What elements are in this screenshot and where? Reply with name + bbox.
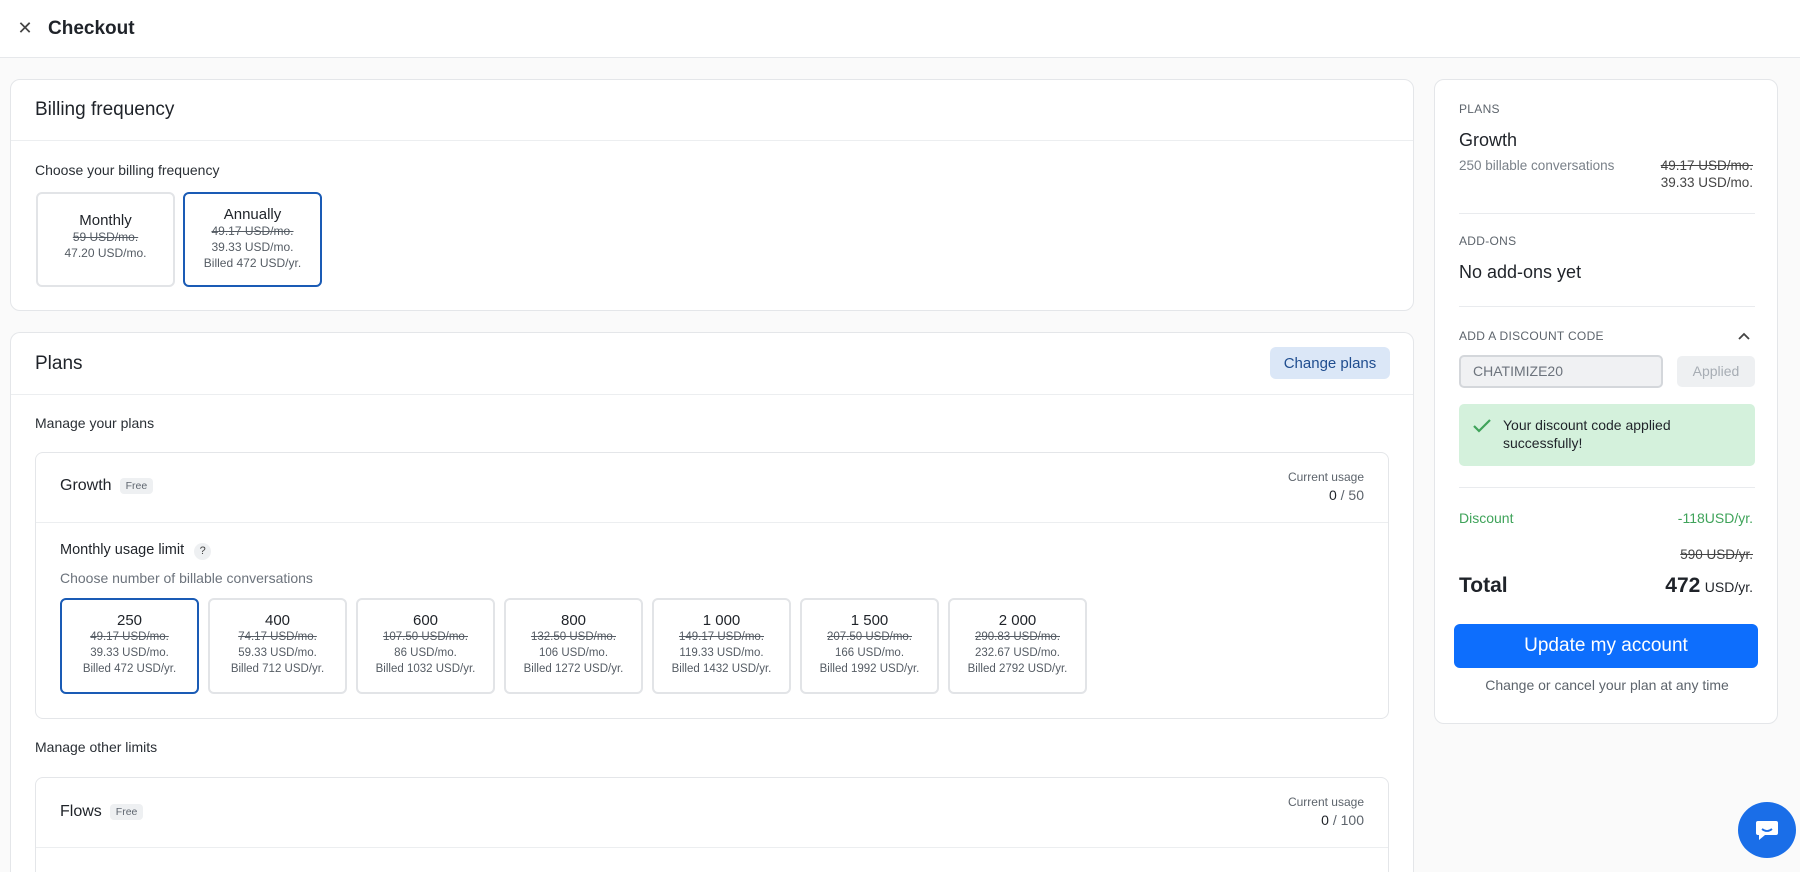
tier-option-400[interactable]: 400 74.17 USD/mo. 59.33 USD/mo. Billed 7… (208, 598, 347, 694)
summary-plan-price: 39.33 USD/mo. (1660, 175, 1753, 190)
billing-frequency-title: Billing frequency (11, 80, 1413, 141)
tier-price: 106 USD/mo. (538, 647, 609, 659)
check-icon (1473, 419, 1491, 433)
tier-option-1500[interactable]: 1 500 207.50 USD/mo. 166 USD/mo. Billed … (800, 598, 939, 694)
discount-row-label: Discount (1459, 510, 1514, 526)
current-usage-value: 0 (1328, 487, 1337, 503)
tier-price: 232.67 USD/mo. (974, 647, 1060, 659)
tier-count: 2 000 (998, 612, 1037, 629)
subtotal-old-price: 590 USD/yr. (1680, 547, 1753, 562)
tier-old-price: 207.50 USD/mo. (826, 631, 912, 643)
flows-header: Flows Free Current usage 0 / 100 (36, 778, 1388, 848)
tier-billed: Billed 1032 USD/yr. (375, 663, 476, 675)
total-unit: USD/yr. (1704, 579, 1753, 595)
billing-option-monthly[interactable]: Monthly 59 USD/mo. 47.20 USD/mo. (36, 192, 175, 287)
plans-title: Plans (11, 333, 1413, 395)
summary-plan-old-price: 49.17 USD/mo. (1660, 158, 1753, 173)
tier-old-price: 49.17 USD/mo. (90, 631, 169, 643)
billing-option-billed: Billed 472 USD/yr. (203, 256, 302, 270)
addons-value: No add-ons yet (1459, 262, 1582, 282)
total-value: 472 (1665, 574, 1701, 597)
tier-billed: Billed 1272 USD/yr. (523, 663, 624, 675)
flows-name: Flows (60, 803, 102, 820)
discount-section-label[interactable]: ADD A DISCOUNT CODE (1459, 329, 1604, 343)
tier-count: 1 500 (850, 612, 889, 629)
tier-option-800[interactable]: 800 132.50 USD/mo. 106 USD/mo. Billed 12… (504, 598, 643, 694)
usage-limit-title: Monthly usage limit (60, 542, 185, 558)
flows-usage-label: Current usage (1287, 795, 1364, 809)
tier-billed: Billed 2792 USD/yr. (967, 663, 1068, 675)
page-title: Checkout (48, 17, 135, 39)
growth-header: Growth Free Current usage 0 / 50 (36, 453, 1388, 523)
tier-count: 800 (560, 612, 587, 629)
flows-badge: Free (109, 803, 144, 820)
tier-old-price: 149.17 USD/mo. (678, 631, 764, 643)
manage-other-limits-label: Manage other limits (35, 739, 158, 755)
tier-price: 119.33 USD/mo. (679, 647, 764, 659)
plan-badge: Free (119, 477, 154, 494)
billing-option-label: Annually (223, 206, 282, 223)
billing-option-annually[interactable]: Annually 49.17 USD/mo. 39.33 USD/mo. Bil… (183, 192, 322, 287)
summary-plan-name: Growth (1459, 130, 1518, 150)
footnote: Change or cancel your plan at any time (1485, 677, 1729, 693)
tier-option-1000[interactable]: 1 000 149.17 USD/mo. 119.33 USD/mo. Bill… (652, 598, 791, 694)
help-icon[interactable]: ? (194, 543, 212, 560)
manage-plans-label: Manage your plans (35, 415, 155, 431)
billing-option-label: Monthly (79, 212, 132, 229)
applied-button[interactable]: Applied (1677, 356, 1755, 387)
success-message: Your discount code applied successfully! (1503, 417, 1671, 451)
tier-option-600[interactable]: 600 107.50 USD/mo. 86 USD/mo. Billed 103… (356, 598, 495, 694)
total-label: Total (1459, 574, 1508, 597)
tier-billed: Billed 1992 USD/yr. (819, 663, 920, 675)
chevron-up-icon[interactable] (1737, 331, 1751, 341)
tier-count: 400 (264, 612, 291, 629)
update-account-button[interactable]: Update my account (1454, 624, 1758, 668)
tier-price: 86 USD/mo. (394, 647, 457, 659)
plans-section-label: PLANS (1459, 102, 1500, 116)
flows-usage-limit: / 100 (1332, 812, 1364, 828)
tier-price: 39.33 USD/mo. (90, 647, 169, 659)
current-usage-limit: / 50 (1340, 487, 1364, 503)
billing-frequency-card: Billing frequency Choose your billing fr… (10, 79, 1414, 311)
billing-frequency-prompt: Choose your billing frequency (35, 162, 220, 178)
tier-count: 600 (412, 612, 439, 629)
flows-usage-value: 0 (1321, 812, 1329, 828)
plan-name: Growth (60, 477, 112, 494)
current-usage-label: Current usage (1287, 470, 1364, 484)
tier-old-price: 107.50 USD/mo. (382, 631, 468, 643)
tier-count: 250 (116, 612, 143, 629)
tier-option-2000[interactable]: 2 000 290.83 USD/mo. 232.67 USD/mo. Bill… (948, 598, 1087, 694)
chat-icon[interactable] (1738, 802, 1796, 858)
top-bar: ✕ Checkout (0, 0, 1800, 58)
billing-option-old-price: 49.17 USD/mo. (211, 224, 294, 238)
tier-billed: Billed 1432 USD/yr. (671, 663, 772, 675)
discount-success-alert: Your discount code applied successfully! (1459, 404, 1755, 466)
divider (1459, 213, 1755, 214)
tier-price: 59.33 USD/mo. (238, 647, 317, 659)
tier-old-price: 132.50 USD/mo. (530, 631, 616, 643)
flows-card: Flows Free Current usage 0 / 100 (35, 777, 1389, 872)
tier-old-price: 290.83 USD/mo. (974, 631, 1060, 643)
tier-billed: Billed 712 USD/yr. (230, 663, 325, 675)
tier-count: 1 000 (702, 612, 741, 629)
change-plans-button[interactable]: Change plans (1270, 347, 1390, 379)
tier-old-price: 74.17 USD/mo. (238, 631, 317, 643)
divider (1459, 487, 1755, 488)
divider (1459, 306, 1755, 307)
billing-option-old-price: 59 USD/mo. (72, 230, 139, 244)
summary-plan-desc: 250 billable conversations (1459, 158, 1615, 173)
discount-code-input[interactable]: CHATIMIZE20 (1459, 355, 1663, 388)
usage-limit-subtitle: Choose number of billable conversations (60, 570, 313, 586)
close-icon[interactable]: ✕ (15, 18, 35, 39)
addons-section-label: ADD-ONS (1459, 234, 1517, 248)
tier-billed: Billed 472 USD/yr. (82, 663, 177, 675)
discount-row-value: -118USD/yr. (1677, 510, 1753, 526)
billing-option-price: 39.33 USD/mo. (211, 240, 294, 254)
billing-option-price: 47.20 USD/mo. (64, 246, 147, 260)
tier-option-250[interactable]: 250 49.17 USD/mo. 39.33 USD/mo. Billed 4… (60, 598, 199, 694)
tier-price: 166 USD/mo. (834, 647, 905, 659)
